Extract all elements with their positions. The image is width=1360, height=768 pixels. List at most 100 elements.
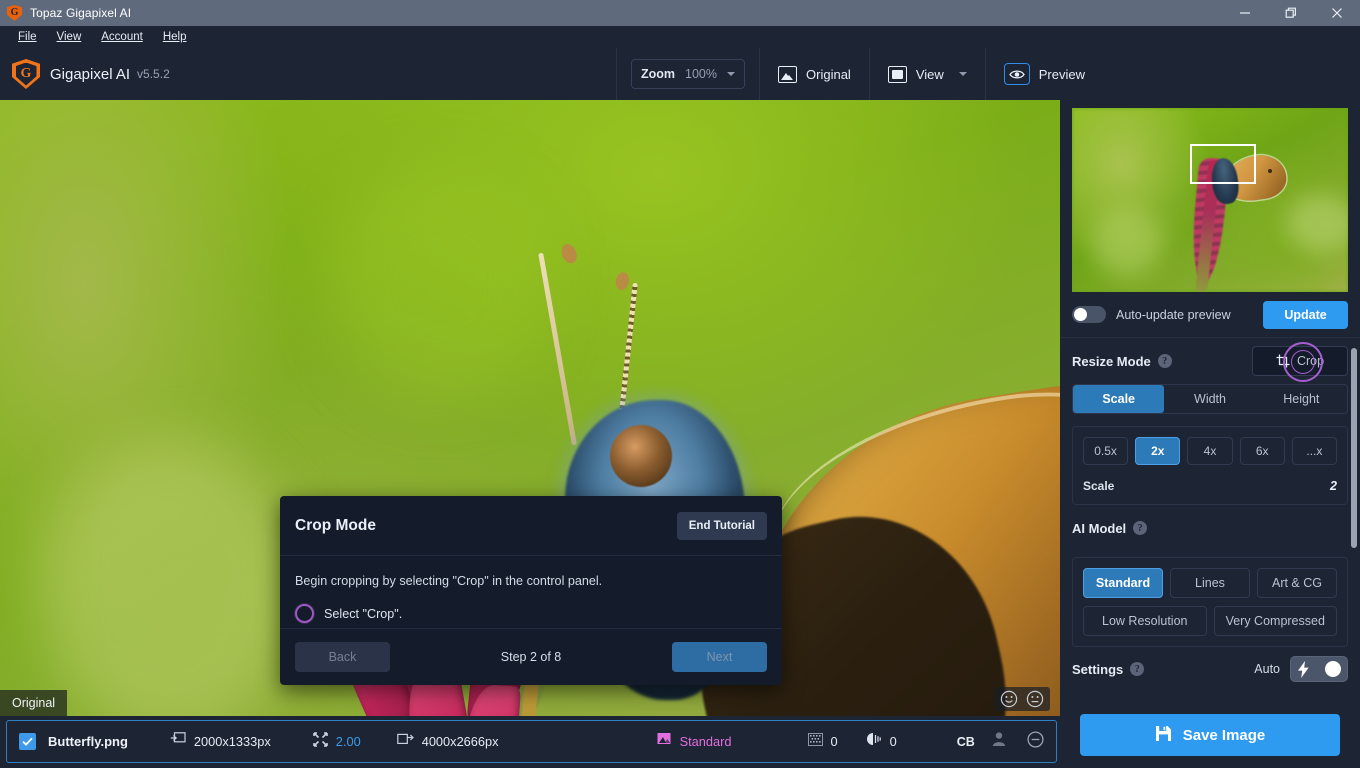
output-size: 4000x2666px bbox=[421, 734, 499, 749]
ai-model-card: Standard Lines Art & CG Low Resolution V… bbox=[1072, 557, 1348, 647]
right-control-panel: Auto-update preview Update Resize Mode ?… bbox=[1060, 100, 1360, 768]
chevron-down-icon[interactable] bbox=[958, 72, 967, 76]
cb-label: CB bbox=[956, 734, 975, 749]
resize-mode-tabs: Scale Width Height bbox=[1072, 384, 1348, 414]
tutorial-header: Crop Mode End Tutorial bbox=[280, 496, 782, 556]
auto-update-toggle[interactable] bbox=[1072, 306, 1106, 323]
menu-item-file[interactable]: File bbox=[8, 28, 47, 46]
settings-header: Settings ? Auto bbox=[1072, 647, 1348, 691]
chevron-down-icon[interactable] bbox=[727, 72, 736, 76]
window-controls bbox=[1222, 0, 1360, 26]
original-button[interactable]: Original bbox=[774, 65, 855, 83]
resize-mode-title: Resize Mode bbox=[1072, 353, 1151, 369]
ai-model-row-2: Low Resolution Very Compressed bbox=[1083, 606, 1337, 636]
model-name: Standard bbox=[679, 734, 732, 749]
tab-scale[interactable]: Scale bbox=[1073, 385, 1165, 413]
export-image-icon bbox=[396, 732, 414, 751]
help-icon[interactable]: ? bbox=[1133, 521, 1148, 535]
view-button[interactable]: View bbox=[884, 65, 971, 83]
blur-icon bbox=[866, 732, 882, 751]
tab-width[interactable]: Width bbox=[1164, 385, 1255, 413]
preset-4x[interactable]: 4x bbox=[1187, 437, 1233, 465]
tab-height[interactable]: Height bbox=[1256, 385, 1347, 413]
restore-icon[interactable] bbox=[1268, 0, 1314, 26]
zoom-control[interactable]: Zoom 100% bbox=[631, 59, 746, 89]
status-bar-row[interactable]: Butterfly.png 2000x1333px 2.00 4000x2666… bbox=[6, 720, 1057, 763]
tutorial-highlight-ring-inner bbox=[1291, 350, 1315, 374]
auto-update-label: Auto-update preview bbox=[1116, 307, 1231, 322]
update-preview-button[interactable]: Update bbox=[1263, 300, 1348, 329]
model-low-resolution[interactable]: Low Resolution bbox=[1083, 606, 1207, 636]
tutorial-back-button[interactable]: Back bbox=[295, 642, 390, 672]
tutorial-footer: Back Step 2 of 8 Next bbox=[280, 629, 782, 685]
preset-custom[interactable]: ...x bbox=[1291, 437, 1338, 465]
brand-logo-letter: G bbox=[20, 66, 32, 81]
zoom-group: Zoom 100% bbox=[617, 48, 759, 100]
menu-label-account: Account bbox=[101, 31, 143, 43]
image-icon bbox=[778, 65, 798, 83]
logo-letter: G bbox=[10, 6, 19, 18]
model-group: Standard bbox=[657, 732, 732, 751]
tutorial-dialog: Crop Mode End Tutorial Begin cropping by… bbox=[280, 496, 782, 685]
lightning-bolt-icon bbox=[1298, 661, 1309, 683]
resize-mode-header: Resize Mode ? Crop bbox=[1072, 338, 1348, 384]
model-standard[interactable]: Standard bbox=[1083, 568, 1163, 598]
help-icon[interactable]: ? bbox=[1157, 354, 1172, 368]
resize-arrows-icon bbox=[312, 731, 328, 752]
save-button-bar: Save Image bbox=[1060, 702, 1360, 768]
preset-0.5x[interactable]: 0.5x bbox=[1083, 437, 1129, 465]
auto-update-row: Auto-update preview Update bbox=[1060, 292, 1360, 338]
tutorial-step-instruction: Select "Crop". bbox=[324, 606, 403, 621]
panel-scrollbar[interactable] bbox=[1351, 348, 1357, 548]
preview-button[interactable]: Preview bbox=[1000, 63, 1089, 85]
settings-auto-toggle[interactable] bbox=[1290, 656, 1348, 682]
model-lines[interactable]: Lines bbox=[1170, 568, 1250, 598]
square-icon bbox=[887, 65, 907, 83]
feedback-icons bbox=[994, 687, 1050, 711]
menu-item-help[interactable]: Help bbox=[153, 28, 197, 46]
save-image-button[interactable]: Save Image bbox=[1080, 714, 1340, 756]
menu-item-view[interactable]: View bbox=[47, 28, 92, 46]
neutral-face-icon[interactable] bbox=[1026, 690, 1044, 708]
zoom-value: 100% bbox=[685, 67, 718, 81]
scale-presets: 0.5x 2x 4x 6x ...x bbox=[1083, 437, 1338, 465]
ai-model-header: AI Model ? bbox=[1072, 505, 1348, 551]
file-checkbox[interactable] bbox=[19, 733, 36, 750]
original-group: Original bbox=[760, 48, 869, 100]
close-icon[interactable] bbox=[1314, 0, 1360, 26]
minimize-icon[interactable] bbox=[1222, 0, 1268, 26]
tutorial-step-counter: Step 2 of 8 bbox=[500, 650, 562, 664]
tutorial-next-button[interactable]: Next bbox=[672, 642, 767, 672]
help-icon[interactable]: ? bbox=[1130, 662, 1145, 676]
model-very-compressed[interactable]: Very Compressed bbox=[1213, 606, 1337, 636]
eye-icon bbox=[1003, 63, 1030, 85]
preset-2x[interactable]: 2x bbox=[1135, 437, 1181, 465]
preview-thumbnail[interactable] bbox=[1072, 108, 1348, 292]
preset-6x[interactable]: 6x bbox=[1239, 437, 1285, 465]
menu-label-help: Help bbox=[162, 31, 187, 43]
tutorial-body: Begin cropping by selecting "Crop" in th… bbox=[280, 556, 782, 629]
end-tutorial-button[interactable]: End Tutorial bbox=[676, 511, 767, 540]
scale-factor: 2.00 bbox=[335, 734, 361, 749]
crop-button[interactable]: Crop bbox=[1252, 342, 1348, 382]
viewport-rectangle[interactable] bbox=[1190, 144, 1256, 184]
person-icon[interactable] bbox=[991, 731, 1007, 752]
preview-group: Preview bbox=[986, 48, 1103, 100]
input-size-group: 2000x1333px bbox=[170, 732, 271, 751]
tutorial-title: Crop Mode bbox=[295, 516, 376, 534]
noise-value: 0 bbox=[830, 734, 838, 749]
model-art-cg[interactable]: Art & CG bbox=[1257, 568, 1337, 598]
scale-card: 0.5x 2x 4x 6x ...x Scale 2 bbox=[1072, 426, 1348, 505]
original-button-label: Original bbox=[806, 66, 851, 82]
zoom-label: Zoom bbox=[641, 67, 676, 81]
scale-value[interactable]: 2 bbox=[1330, 479, 1337, 493]
minus-circle-icon[interactable] bbox=[1027, 730, 1044, 753]
save-disk-icon bbox=[1155, 725, 1172, 746]
tutorial-step-row: Select "Crop". bbox=[295, 604, 767, 623]
menu-item-account[interactable]: Account bbox=[91, 28, 153, 46]
import-image-icon bbox=[170, 732, 186, 751]
view-button-label: View bbox=[915, 66, 944, 82]
scale-value-row: Scale 2 bbox=[1083, 479, 1337, 493]
smiley-face-icon[interactable] bbox=[1000, 690, 1018, 708]
blur-group: 0 bbox=[866, 732, 897, 751]
